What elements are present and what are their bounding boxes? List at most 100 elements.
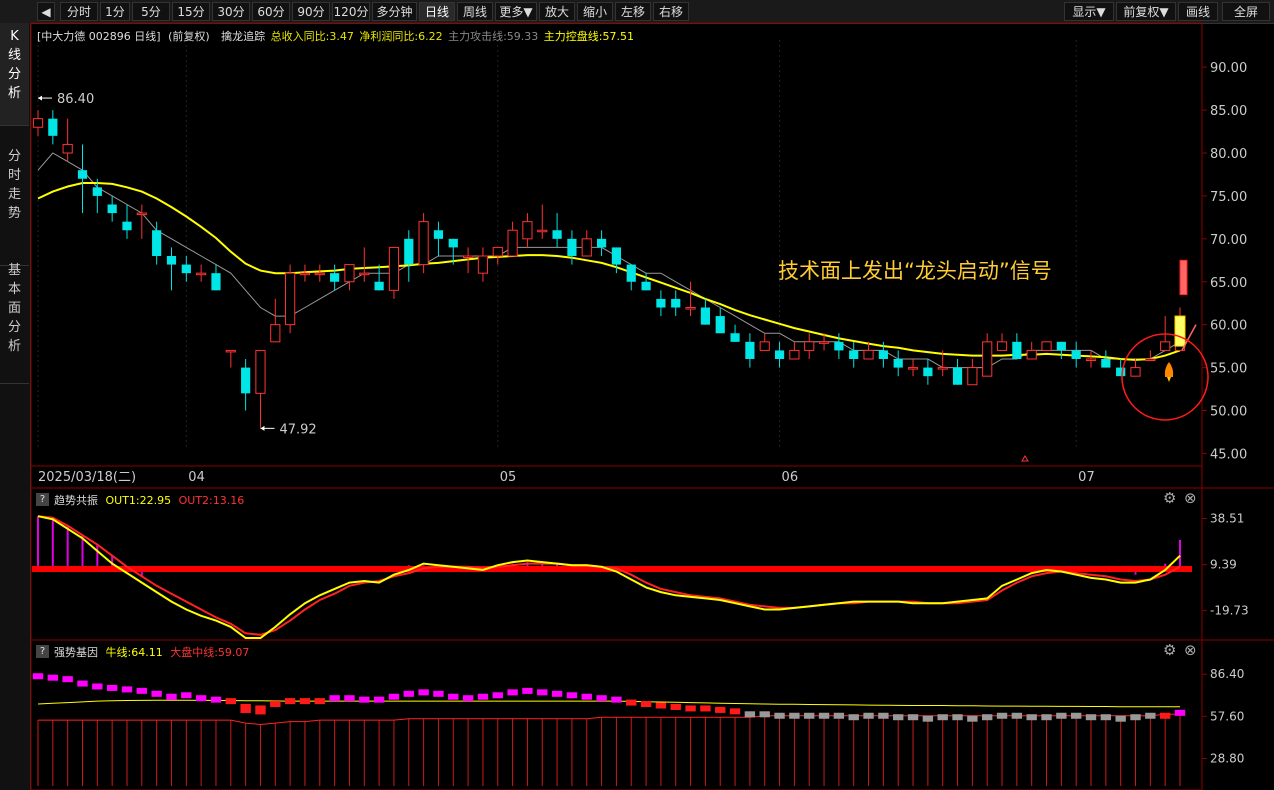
gene-block xyxy=(715,706,726,713)
candle-body xyxy=(62,143,73,154)
candle-body xyxy=(1071,350,1081,359)
candle-body xyxy=(818,341,830,344)
y-tick-label: 45.00 xyxy=(1210,447,1247,462)
candle-body xyxy=(552,230,562,239)
marker-triangle xyxy=(1021,455,1029,462)
gene-block xyxy=(818,712,830,719)
gene-block xyxy=(1130,714,1141,721)
candle-body xyxy=(759,341,770,351)
close-icon[interactable]: ⊗ xyxy=(1184,489,1197,507)
gear-icon[interactable]: ⚙ xyxy=(1163,641,1176,659)
candle-body xyxy=(388,246,400,291)
gene-block xyxy=(907,714,919,721)
mid-line xyxy=(38,713,1180,726)
candle-body xyxy=(92,187,102,196)
candle-body xyxy=(982,341,993,377)
candle-body xyxy=(152,230,162,256)
gene-block xyxy=(359,696,370,703)
candle-body xyxy=(359,272,370,276)
gene-block xyxy=(403,690,414,697)
gene-block xyxy=(388,693,400,700)
gene-block xyxy=(1174,709,1186,716)
y-tick-label: 60.00 xyxy=(1210,319,1247,334)
gene-block xyxy=(1100,714,1112,721)
candle-body xyxy=(923,367,933,377)
indicator-item: 总收入同比:3.47 xyxy=(270,30,354,43)
gene-block xyxy=(255,705,266,715)
candle-body xyxy=(507,229,518,257)
gene-block xyxy=(744,711,756,718)
trend-resonance-chart: 38.51 9.39 -19.73 xyxy=(32,512,1249,639)
gene-block xyxy=(774,712,785,719)
gene-block xyxy=(996,712,1008,719)
gene-block xyxy=(166,693,177,700)
candle-body xyxy=(641,281,651,291)
close-icon[interactable]: ⊗ xyxy=(1184,641,1197,659)
help-icon[interactable]: ? xyxy=(36,645,49,658)
gene-block xyxy=(1026,714,1037,721)
gene-block xyxy=(789,712,800,719)
candle-body xyxy=(1116,367,1126,377)
gene-block xyxy=(151,690,162,697)
candle-body xyxy=(463,255,474,258)
candle-body xyxy=(1012,341,1022,359)
gene-block xyxy=(270,701,281,708)
indicator-label: 擒龙追踪 xyxy=(221,30,266,43)
candle-body xyxy=(107,204,117,214)
candle-body xyxy=(211,273,221,291)
stock-chart[interactable]: 90.00 85.00 80.00 75.00 70.00 65.00 60.00 55.00… xyxy=(0,0,1274,790)
candle-body xyxy=(136,212,147,216)
candle-body xyxy=(418,221,429,266)
candle-body xyxy=(774,350,785,359)
candle-body xyxy=(581,238,592,257)
sub-title: 强势基因 xyxy=(54,646,98,659)
panel-frame xyxy=(30,22,1203,467)
rocket-icon xyxy=(1164,362,1174,377)
gene-block xyxy=(47,674,59,681)
bull-line xyxy=(37,699,1180,708)
gene-block xyxy=(863,712,874,719)
candle-body xyxy=(1085,358,1097,361)
candle-body xyxy=(863,349,874,360)
gene-block xyxy=(1056,712,1067,719)
gene-block xyxy=(1041,714,1052,721)
gene-block xyxy=(878,712,889,719)
gene-block xyxy=(551,690,563,697)
candle-body xyxy=(685,307,696,310)
gene-block xyxy=(477,693,489,700)
x-tick-label: 2025/03/18(二) xyxy=(38,470,136,485)
gene-block xyxy=(106,684,118,691)
y-tick-label: 90.00 xyxy=(1210,61,1247,76)
y-tick-label: 80.00 xyxy=(1210,147,1247,162)
candle-body xyxy=(299,272,311,276)
candle-body xyxy=(671,298,681,308)
gene-block xyxy=(937,714,948,721)
candle-body xyxy=(1026,349,1037,360)
candle-body xyxy=(596,238,607,248)
x-tick-label: 07 xyxy=(1078,470,1095,485)
gene-block xyxy=(1159,712,1171,719)
gene-block xyxy=(462,695,474,702)
gene-block xyxy=(729,708,741,715)
candle-body xyxy=(745,341,755,359)
gene-block xyxy=(284,698,296,705)
gene-block xyxy=(967,715,978,722)
gene-block xyxy=(32,673,44,680)
gene-block xyxy=(759,711,770,718)
gene-block xyxy=(373,696,385,703)
out1-line xyxy=(37,515,1181,639)
help-icon[interactable]: ? xyxy=(36,493,49,506)
candle-body xyxy=(122,221,132,231)
strong-gene-chart: 86.40 57.60 28.80 xyxy=(32,667,1244,786)
candle-body xyxy=(1130,367,1141,377)
indicator-item: 净利润同比:6.22 xyxy=(359,30,443,43)
x-tick-label: 04 xyxy=(188,470,205,485)
gene-block xyxy=(210,696,222,703)
gene-block xyxy=(596,695,607,702)
candle-body xyxy=(996,341,1008,351)
candle-body xyxy=(730,333,740,342)
gene-block xyxy=(848,714,859,721)
legend-mid: 大盘中线:59.07 xyxy=(170,646,250,659)
x-tick-label: 05 xyxy=(500,470,517,485)
gear-icon[interactable]: ⚙ xyxy=(1163,489,1176,507)
